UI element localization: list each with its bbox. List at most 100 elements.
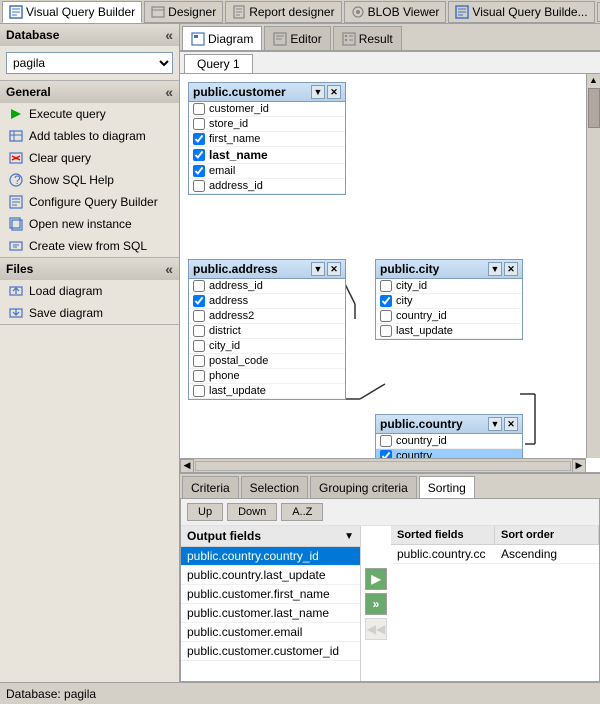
tab-sorting[interactable]: Sorting bbox=[419, 476, 475, 498]
table-address-dropdown[interactable]: ▼ bbox=[311, 262, 325, 276]
field-checkbox[interactable] bbox=[380, 295, 392, 307]
scroll-right-btn[interactable]: ▶ bbox=[572, 459, 586, 473]
tab-blob-viewer[interactable]: BLOB Viewer bbox=[344, 1, 447, 23]
tab-criteria[interactable]: Criteria bbox=[182, 476, 239, 498]
down-button[interactable]: Down bbox=[227, 503, 277, 521]
field-checkbox[interactable] bbox=[193, 340, 205, 352]
sidebar-general-header[interactable]: General « bbox=[0, 81, 179, 103]
clear-icon bbox=[8, 150, 24, 166]
table-address-close[interactable]: ✕ bbox=[327, 262, 341, 276]
scroll-thumb[interactable] bbox=[588, 88, 600, 128]
sidebar-item-execute[interactable]: Execute query bbox=[0, 103, 179, 125]
list-item[interactable]: public.country.last_update bbox=[181, 566, 360, 585]
sidebar-item-clear[interactable]: Clear query bbox=[0, 147, 179, 169]
table-city: public.city ▼ ✕ city_id city country_id bbox=[375, 259, 523, 340]
diagram-icon bbox=[191, 32, 205, 46]
diagram-canvas[interactable]: public.customer ▼ ✕ customer_id store_id… bbox=[180, 74, 600, 472]
sidebar-files-header[interactable]: Files « bbox=[0, 258, 179, 280]
field-checkbox[interactable] bbox=[193, 118, 205, 130]
sidebar-database-header[interactable]: Database « bbox=[0, 24, 179, 46]
sorted-field-name: public.country.cc bbox=[391, 547, 495, 561]
tab-visual-query-builder[interactable]: Visual Query Builder bbox=[2, 1, 142, 23]
tab-visual-query-builder-2[interactable]: Visual Query Builde... bbox=[448, 1, 594, 23]
bottom-panel: Criteria Selection Grouping criteria Sor… bbox=[180, 472, 600, 682]
tab-selection[interactable]: Selection bbox=[241, 476, 308, 498]
field-checkbox[interactable] bbox=[193, 325, 205, 337]
field-checkbox[interactable] bbox=[193, 149, 205, 161]
config-icon bbox=[8, 194, 24, 210]
field-checkbox[interactable] bbox=[193, 310, 205, 322]
query-tab-1[interactable]: Query 1 bbox=[184, 54, 253, 73]
list-item[interactable]: public.customer.last_name bbox=[181, 604, 360, 623]
field-checkbox[interactable] bbox=[193, 355, 205, 367]
list-item[interactable]: public.customer.email bbox=[181, 623, 360, 642]
sidebar-section-database: Database « pagila bbox=[0, 24, 179, 81]
v-scrollbar[interactable]: ▲ bbox=[586, 74, 600, 458]
table-country-dropdown[interactable]: ▼ bbox=[488, 417, 502, 431]
status-text: Database: pagila bbox=[6, 687, 96, 701]
table-row: postal_code bbox=[189, 354, 345, 369]
add-tables-label: Add tables to diagram bbox=[29, 129, 146, 143]
field-checkbox[interactable] bbox=[193, 295, 205, 307]
scroll-up-btn[interactable]: ▲ bbox=[587, 74, 600, 86]
collapse-general-icon[interactable]: « bbox=[165, 84, 173, 100]
field-checkbox[interactable] bbox=[193, 280, 205, 292]
nav-left[interactable]: ◀ bbox=[597, 2, 600, 22]
table-customer-dropdown[interactable]: ▼ bbox=[311, 85, 325, 99]
list-item[interactable]: public.country.country_id bbox=[181, 547, 360, 566]
h-scrollbar-track[interactable] bbox=[195, 461, 571, 471]
table-city-close[interactable]: ✕ bbox=[504, 262, 518, 276]
sorted-fields-header: Sorted fields Sort order bbox=[391, 526, 599, 545]
tab-report-designer[interactable]: Report designer bbox=[225, 1, 341, 23]
field-checkbox[interactable] bbox=[193, 133, 205, 145]
move-right-all-btn[interactable]: » bbox=[365, 593, 387, 615]
table-icon bbox=[8, 128, 24, 144]
create-view-label: Create view from SQL bbox=[29, 239, 147, 253]
sidebar-item-load[interactable]: Load diagram bbox=[0, 280, 179, 302]
table-customer-header: public.customer ▼ ✕ bbox=[189, 83, 345, 102]
sidebar-item-save[interactable]: Save diagram bbox=[0, 302, 179, 324]
field-checkbox[interactable] bbox=[193, 103, 205, 115]
list-item[interactable]: public.country.cc Ascending bbox=[391, 545, 599, 564]
az-button[interactable]: A..Z bbox=[281, 503, 323, 521]
field-checkbox[interactable] bbox=[380, 280, 392, 292]
sidebar-item-add-tables[interactable]: Add tables to diagram bbox=[0, 125, 179, 147]
table-customer-close[interactable]: ✕ bbox=[327, 85, 341, 99]
field-checkbox[interactable] bbox=[193, 385, 205, 397]
field-checkbox[interactable] bbox=[380, 325, 392, 337]
up-button[interactable]: Up bbox=[187, 503, 223, 521]
move-right-btn[interactable]: ▶ bbox=[365, 568, 387, 590]
tab-designer[interactable]: Designer bbox=[144, 1, 223, 23]
sorting-body: Output fields ▼ public.country.country_i… bbox=[181, 526, 599, 681]
sorted-fields-col-header: Sorted fields bbox=[391, 526, 495, 544]
list-item[interactable]: public.customer.customer_id bbox=[181, 642, 360, 661]
tab-editor[interactable]: Editor bbox=[264, 26, 330, 50]
field-checkbox[interactable] bbox=[380, 435, 392, 447]
tab-result[interactable]: Result bbox=[333, 26, 402, 50]
sidebar-item-create-view[interactable]: Create view from SQL bbox=[0, 235, 179, 257]
table-row: address_id bbox=[189, 179, 345, 194]
sidebar-item-configure[interactable]: Configure Query Builder bbox=[0, 191, 179, 213]
database-select[interactable]: pagila bbox=[6, 52, 173, 74]
tab-grouping[interactable]: Grouping criteria bbox=[310, 476, 417, 498]
field-checkbox[interactable] bbox=[193, 180, 205, 192]
field-checkbox[interactable] bbox=[380, 310, 392, 322]
sidebar-item-sql-help[interactable]: ? Show SQL Help bbox=[0, 169, 179, 191]
collapse-files-icon[interactable]: « bbox=[165, 261, 173, 277]
sidebar-item-new-instance[interactable]: Open new instance bbox=[0, 213, 179, 235]
table-row: customer_id bbox=[189, 102, 345, 117]
scroll-left-btn[interactable]: ◀ bbox=[180, 459, 194, 473]
list-item[interactable]: public.customer.first_name bbox=[181, 585, 360, 604]
table-city-dropdown[interactable]: ▼ bbox=[488, 262, 502, 276]
table-country-close[interactable]: ✕ bbox=[504, 417, 518, 431]
tab-diagram[interactable]: Diagram bbox=[182, 26, 262, 50]
bottom-content: Up Down A..Z Output fields ▼ publ bbox=[180, 498, 600, 682]
collapse-icon[interactable]: « bbox=[165, 27, 173, 43]
h-scrollbar[interactable]: ◀ ▶ bbox=[180, 458, 586, 472]
field-checkbox[interactable] bbox=[193, 165, 205, 177]
field-checkbox[interactable] bbox=[193, 370, 205, 382]
sorted-fields-list[interactable]: public.country.cc Ascending bbox=[391, 545, 599, 681]
move-left-btn[interactable]: ◀◀ bbox=[365, 618, 387, 640]
output-fields-list[interactable]: public.country.country_id public.country… bbox=[181, 547, 360, 681]
criteria-tab-label: Criteria bbox=[191, 481, 230, 495]
